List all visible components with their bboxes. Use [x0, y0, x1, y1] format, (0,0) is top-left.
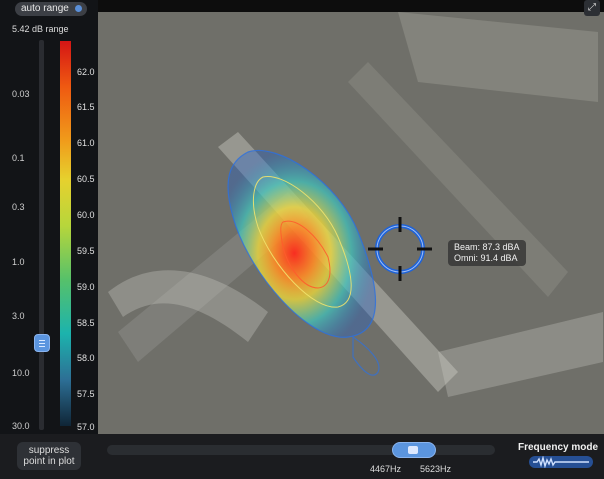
scale-tick-6: 30.0	[12, 421, 30, 431]
colorbar-label-0: 62.0	[77, 67, 95, 77]
frequency-mode-label: Frequency mode	[518, 442, 599, 453]
color-scale-bar	[60, 41, 71, 426]
frequency-range-thumb[interactable]	[392, 442, 436, 458]
frequency-slider-track[interactable]	[107, 445, 495, 455]
scale-tick-2: 0.3	[12, 202, 25, 212]
auto-range-label: auto range	[21, 3, 69, 14]
toggle-dot-icon	[74, 5, 82, 12]
colorbar-label-7: 58.5	[77, 318, 95, 328]
colorbar-label-6: 59.0	[77, 282, 95, 292]
crosshair-icon	[368, 217, 432, 281]
colorbar-label-8: 58.0	[77, 353, 95, 363]
scale-tick-3: 1.0	[12, 257, 25, 267]
omni-value: Omni: 91.4 dBA	[454, 253, 518, 263]
suppress-point-button[interactable]: suppress point in plot	[17, 442, 81, 470]
colorbar-label-1: 61.5	[77, 102, 95, 112]
colorbar-label-2: 61.0	[77, 138, 95, 148]
frequency-wave-icon[interactable]	[529, 456, 593, 468]
dynamic-range-label: 5.42 dB range	[12, 24, 69, 34]
bottom-bar	[0, 434, 604, 479]
heatmap-overlay	[98, 12, 604, 434]
colorbar-label-3: 60.5	[77, 174, 95, 184]
colorbar-label-4: 60.0	[77, 210, 95, 220]
auto-range-button[interactable]: auto range	[15, 2, 87, 16]
range-slider-track[interactable]	[39, 40, 44, 430]
beam-tooltip: Beam: 87.3 dBA Omni: 91.4 dBA	[448, 240, 526, 266]
suppress-label-line2: point in plot	[23, 456, 75, 467]
frequency-high-label: 5623Hz	[420, 464, 452, 474]
colorbar-label-5: 59.5	[77, 246, 95, 256]
acoustic-camera-view: Beam: 87.3 dBA Omni: 91.4 dBA auto range…	[0, 0, 604, 479]
frequency-low-label: 4467Hz	[370, 464, 402, 474]
colorbar-label-9: 57.5	[77, 389, 95, 399]
camera-image: Beam: 87.3 dBA Omni: 91.4 dBA	[98, 12, 604, 434]
scale-tick-4: 3.0	[12, 311, 25, 321]
scale-tick-0: 0.03	[12, 89, 30, 99]
fullscreen-icon[interactable]: ⤢	[584, 0, 600, 16]
beam-value: Beam: 87.3 dBA	[454, 242, 520, 252]
suppress-label-line1: suppress	[28, 445, 70, 456]
scale-tick-5: 10.0	[12, 368, 30, 378]
scale-tick-1: 0.1	[12, 153, 25, 163]
range-slider-thumb[interactable]	[34, 334, 50, 352]
colorbar-label-10: 57.0	[77, 422, 95, 432]
